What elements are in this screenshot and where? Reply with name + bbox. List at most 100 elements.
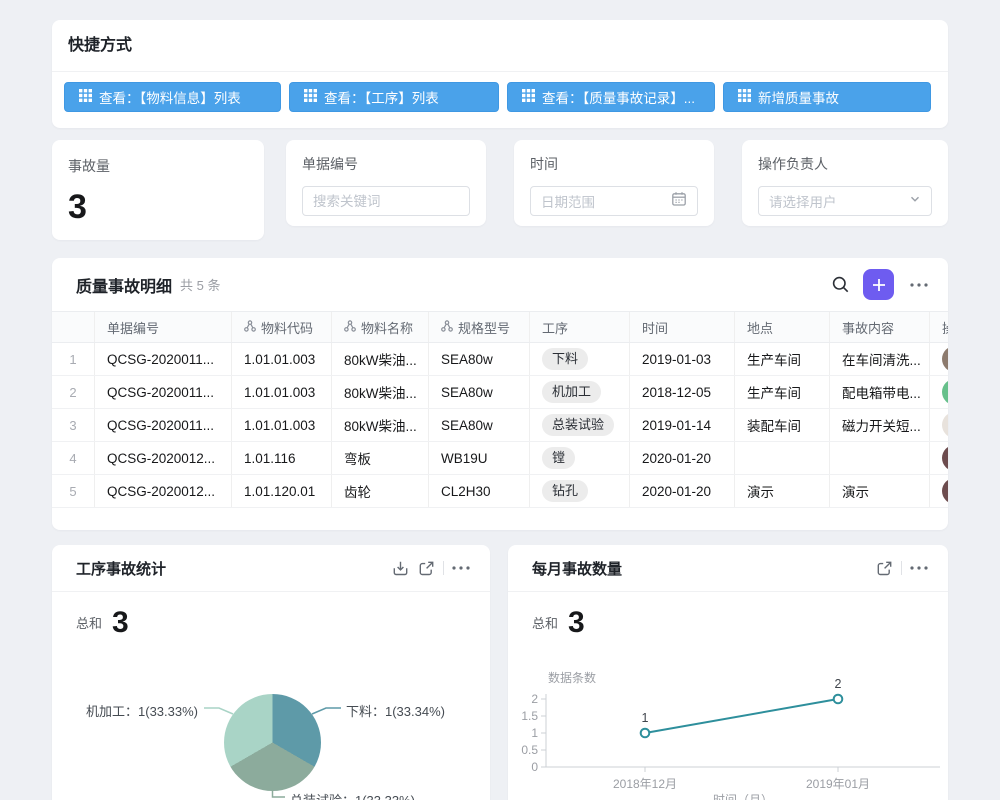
cell-content: 配电箱带电... (830, 376, 930, 408)
row-index: 3 (52, 409, 95, 441)
doc-no-filter-label: 单据编号 (302, 154, 470, 174)
cell-material-name: 80kW柴油... (332, 409, 429, 441)
cell-material-code: 1.01.01.003 (232, 376, 332, 408)
cell-process: 钻孔 (530, 475, 630, 507)
line-total-value: 3 (568, 608, 585, 638)
header-spec-model[interactable]: 规格型号 (429, 312, 530, 342)
cell-process: 总装试验 (530, 409, 630, 441)
operator-filter-label: 操作负责人 (758, 154, 932, 174)
avatar (942, 445, 948, 471)
process-tag: 总装试验 (542, 414, 614, 436)
table-row[interactable]: 3 QCSG-2020011... 1.01.01.003 80kW柴油... … (52, 409, 948, 442)
more-icon[interactable] (906, 555, 932, 581)
button-label: 查看：【物料信息】列表 (99, 87, 241, 107)
x-tick: 2019年01月 (806, 777, 870, 791)
header-operator[interactable]: 操作负责人 (930, 312, 948, 342)
pie-label-jijiagong: 机加工：1(33.33%) (86, 701, 198, 720)
incident-detail-card: 质量事故明细 共 5 条 单据编号 物料代码 物料名称 规格型号 工序 时间 地… (52, 258, 948, 530)
keyword-input[interactable] (313, 194, 459, 209)
avatar (942, 412, 948, 438)
button-label: 查看：【工序】列表 (324, 87, 439, 107)
search-icon[interactable] (827, 272, 853, 298)
cell-spec-model: SEA80w (429, 376, 530, 408)
shortcuts-button-row: 查看：【物料信息】列表 查看：【工序】列表 查看：【质量事故记录】... 新增质… (52, 72, 948, 112)
table-row[interactable]: 5 QCSG-2020012... 1.01.120.01 齿轮 CL2H30 … (52, 475, 948, 508)
cell-material-name: 80kW柴油... (332, 343, 429, 375)
view-process-list-button[interactable]: 查看：【工序】列表 (289, 82, 499, 112)
cell-material-code: 1.01.116 (232, 442, 332, 474)
avatar (942, 379, 948, 405)
header-location[interactable]: 地点 (735, 312, 830, 342)
pie-chart[interactable] (224, 694, 321, 791)
incident-count-label: 事故量 (68, 156, 248, 176)
cell-operator (930, 376, 948, 408)
user-select[interactable]: 请选择用户 (758, 186, 932, 216)
header-doc-no[interactable]: 单据编号 (95, 312, 232, 342)
header-process[interactable]: 工序 (530, 312, 630, 342)
header-material-name[interactable]: 物料名称 (332, 312, 429, 342)
pie-label-xialiao: 下料：1(33.34%) (346, 701, 445, 720)
table-record-count: 共 5 条 (180, 275, 827, 294)
line-total-row: 总和 3 (508, 592, 948, 638)
relation-icon (244, 320, 256, 335)
line-total-label: 总和 (532, 613, 558, 638)
cell-location: 装配车间 (735, 409, 830, 441)
view-material-list-button[interactable]: 查看：【物料信息】列表 (64, 82, 281, 112)
y-tick: 1.5 (521, 709, 538, 723)
cell-process: 镗 (530, 442, 630, 474)
view-incident-records-button[interactable]: 查看：【质量事故记录】... (507, 82, 715, 112)
grid-icon (522, 89, 535, 105)
monthly-incident-card: 每月事故数量 总和 3 数据条数 2 1.5 1 0.5 0 2018年12月 … (508, 545, 948, 800)
process-tag: 机加工 (542, 381, 601, 403)
time-filter-label: 时间 (530, 154, 698, 174)
header-content[interactable]: 事故内容 (830, 312, 930, 342)
date-range-input[interactable]: 日期范围 (530, 186, 698, 216)
avatar (942, 346, 948, 372)
table-row[interactable]: 2 QCSG-2020011... 1.01.01.003 80kW柴油... … (52, 376, 948, 409)
grid-icon (738, 89, 751, 105)
cell-time: 2019-01-14 (630, 409, 735, 441)
more-icon[interactable] (906, 272, 932, 298)
button-label: 查看：【质量事故记录】... (542, 87, 695, 107)
add-record-button[interactable] (863, 269, 894, 300)
cell-content: 在车间清洗... (830, 343, 930, 375)
cell-doc-no: QCSG-2020011... (95, 409, 232, 441)
doc-no-search-input[interactable] (302, 186, 470, 216)
open-in-new-icon[interactable] (871, 555, 897, 581)
header-time[interactable]: 时间 (630, 312, 735, 342)
header-material-code[interactable]: 物料代码 (232, 312, 332, 342)
cell-spec-model: SEA80w (429, 343, 530, 375)
data-point[interactable] (834, 695, 843, 704)
grid-icon (304, 89, 317, 105)
line-chart[interactable]: 数据条数 2 1.5 1 0.5 0 2018年12月 2019年01月 1 2… (508, 670, 948, 800)
cell-doc-no: QCSG-2020011... (95, 376, 232, 408)
point-value-label: 2 (835, 677, 842, 691)
y-axis-name: 数据条数 (548, 670, 596, 685)
cell-process: 机加工 (530, 376, 630, 408)
cell-location: 生产车间 (735, 376, 830, 408)
calendar-icon[interactable] (671, 191, 687, 212)
button-label: 新增质量事故 (758, 87, 839, 107)
add-incident-button[interactable]: 新增质量事故 (723, 82, 931, 112)
relation-icon (441, 320, 453, 335)
table-row[interactable]: 4 QCSG-2020012... 1.01.116 弯板 WB19U 镗 20… (52, 442, 948, 475)
cell-spec-model: CL2H30 (429, 475, 530, 507)
table-row[interactable]: 1 QCSG-2020011... 1.01.01.003 80kW柴油... … (52, 343, 948, 376)
y-tick: 0.5 (521, 743, 538, 757)
pie-label-zongzhuangshiyan: 总装试验：1(33.33%) (290, 790, 415, 800)
cell-doc-no: QCSG-2020012... (95, 475, 232, 507)
cell-operator (930, 442, 948, 474)
cell-spec-model: SEA80w (429, 409, 530, 441)
cell-time: 2020-01-20 (630, 475, 735, 507)
line-card-title: 每月事故数量 (532, 558, 871, 579)
y-tick: 0 (531, 760, 538, 774)
operator-filter-card: 操作负责人 请选择用户 (742, 140, 948, 226)
x-axis-name: 时间（月） (713, 793, 773, 800)
table-header-row: 单据编号 物料代码 物料名称 规格型号 工序 时间 地点 事故内容 操作负责人 (52, 311, 948, 343)
data-point[interactable] (641, 729, 650, 738)
incident-table: 单据编号 物料代码 物料名称 规格型号 工序 时间 地点 事故内容 操作负责人 … (52, 311, 948, 508)
y-tick: 2 (531, 692, 538, 706)
cell-location: 生产车间 (735, 343, 830, 375)
cell-process: 下料 (530, 343, 630, 375)
incident-count-card: 事故量 3 (52, 140, 264, 240)
